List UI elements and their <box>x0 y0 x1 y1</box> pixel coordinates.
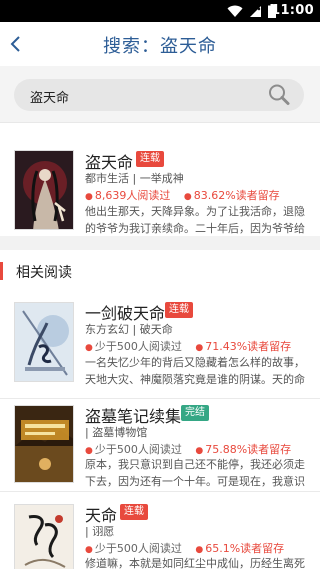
status-tag: 连载 <box>120 504 148 520</box>
accent-bar <box>0 262 3 280</box>
bullet-icon: ● <box>195 545 204 555</box>
book-meta: 都市生活 | 一举成神 <box>85 170 184 186</box>
book-cover[interactable] <box>14 302 74 382</box>
book-description: 他出生那天，天降异象。为了让我活命，退隐的爷爷为我订亲续命。二十年后，因为爷爷给… <box>85 205 305 235</box>
bullet-icon: ● <box>85 343 93 353</box>
retention-rate: 71.43%读者留存 <box>205 340 292 353</box>
book-author: 一举成神 <box>139 172 184 185</box>
list-item[interactable]: 盗墓笔记续集 完结 | 盗墓博物馆 ● 少于500人阅读过 ● 75.88%读者留存… <box>0 399 320 491</box>
search-query: 盗天命 <box>30 91 70 106</box>
search-result-card[interactable]: 盗天命 连载 都市生活 | 一举成神 ● 8,639人阅读过 ● 83.62%读者留… <box>0 122 320 235</box>
book-meta: | 盗墓博物馆 <box>85 424 147 440</box>
status-tag: 连载 <box>136 151 164 167</box>
book-cover[interactable] <box>14 504 74 569</box>
book-cover[interactable] <box>14 150 74 230</box>
status-bar: 11:00 <box>0 0 320 22</box>
retention-rate: 75.88%读者留存 <box>205 443 292 456</box>
page-title: 搜索：盗天命 <box>103 36 217 57</box>
book-genre: 东方玄幻 <box>85 323 129 336</box>
bullet-icon: ● <box>195 343 204 353</box>
search-area: 盗天命 <box>0 66 320 122</box>
book-stats: ● 少于500人阅读过 ● 75.88%读者留存 <box>85 441 291 457</box>
book-author: 诩愿 <box>92 525 115 538</box>
read-count: 少于500人阅读过 <box>94 542 182 555</box>
section-title: 相关阅读 <box>16 265 72 281</box>
book-author: 破天命 <box>139 323 173 336</box>
book-stats: ● 少于500人阅读过 ● 71.43%读者留存 <box>85 338 291 354</box>
book-author: 盗墓博物馆 <box>92 426 148 439</box>
wifi-icon <box>227 5 243 17</box>
status-time: 11:00 <box>271 3 314 18</box>
status-tag: 完结 <box>181 405 209 421</box>
section-divider <box>0 236 320 250</box>
retention-rate: 65.1%读者留存 <box>205 542 285 555</box>
bullet-icon: ● <box>183 192 192 202</box>
book-description: 一名失忆少年的背后又隐藏着怎么样的故事，天地大灾、神魔陨落究竟是谁的阴谋。天的命 <box>85 356 305 386</box>
search-input[interactable]: 盗天命 <box>14 79 304 111</box>
meta-separator: | <box>132 323 140 336</box>
header-bar: 搜索：盗天命 <box>0 22 320 66</box>
bullet-icon: ● <box>195 446 204 456</box>
bullet-icon: ● <box>85 192 93 202</box>
related-section-header: 相关阅读 <box>0 250 320 294</box>
list-item[interactable]: 一剑破天命 连载 东方玄幻 | 破天命 ● 少于500人阅读过 ● 71.43%读者… <box>0 294 320 398</box>
read-count: 少于500人阅读过 <box>94 443 182 456</box>
list-item[interactable]: 天命 连载 | 诩愿 ● 少于500人阅读过 ● 65.1%读者留存 修道嘛，本就是… <box>0 492 320 569</box>
status-icons <box>227 4 276 18</box>
read-count: 少于500人阅读过 <box>94 340 182 353</box>
status-tag: 连载 <box>165 302 193 318</box>
book-description: 修道嘛，本就是如同红尘中成仙，历经生离死 <box>85 557 305 569</box>
book-description: 原本，我只意识到自己还不能停，我还必须走下去，因为还有一个十年。可是现在，我意识… <box>85 458 305 488</box>
book-meta: | 诩愿 <box>85 523 114 539</box>
read-count: 8,639人阅读过 <box>94 189 171 202</box>
retention-rate: 83.62%读者留存 <box>193 189 280 202</box>
bullet-icon: ● <box>85 545 93 555</box>
search-icon[interactable] <box>266 82 292 108</box>
book-meta: 东方玄幻 | 破天命 <box>85 321 173 337</box>
meta-separator: | <box>132 172 140 185</box>
book-stats: ● 少于500人阅读过 ● 65.1%读者留存 <box>85 540 284 556</box>
signal-icon <box>250 5 261 17</box>
bullet-icon: ● <box>85 446 93 456</box>
book-stats: ● 8,639人阅读过 ● 83.62%读者留存 <box>85 187 280 203</box>
book-genre: 都市生活 <box>85 172 129 185</box>
book-cover[interactable] <box>14 405 74 483</box>
